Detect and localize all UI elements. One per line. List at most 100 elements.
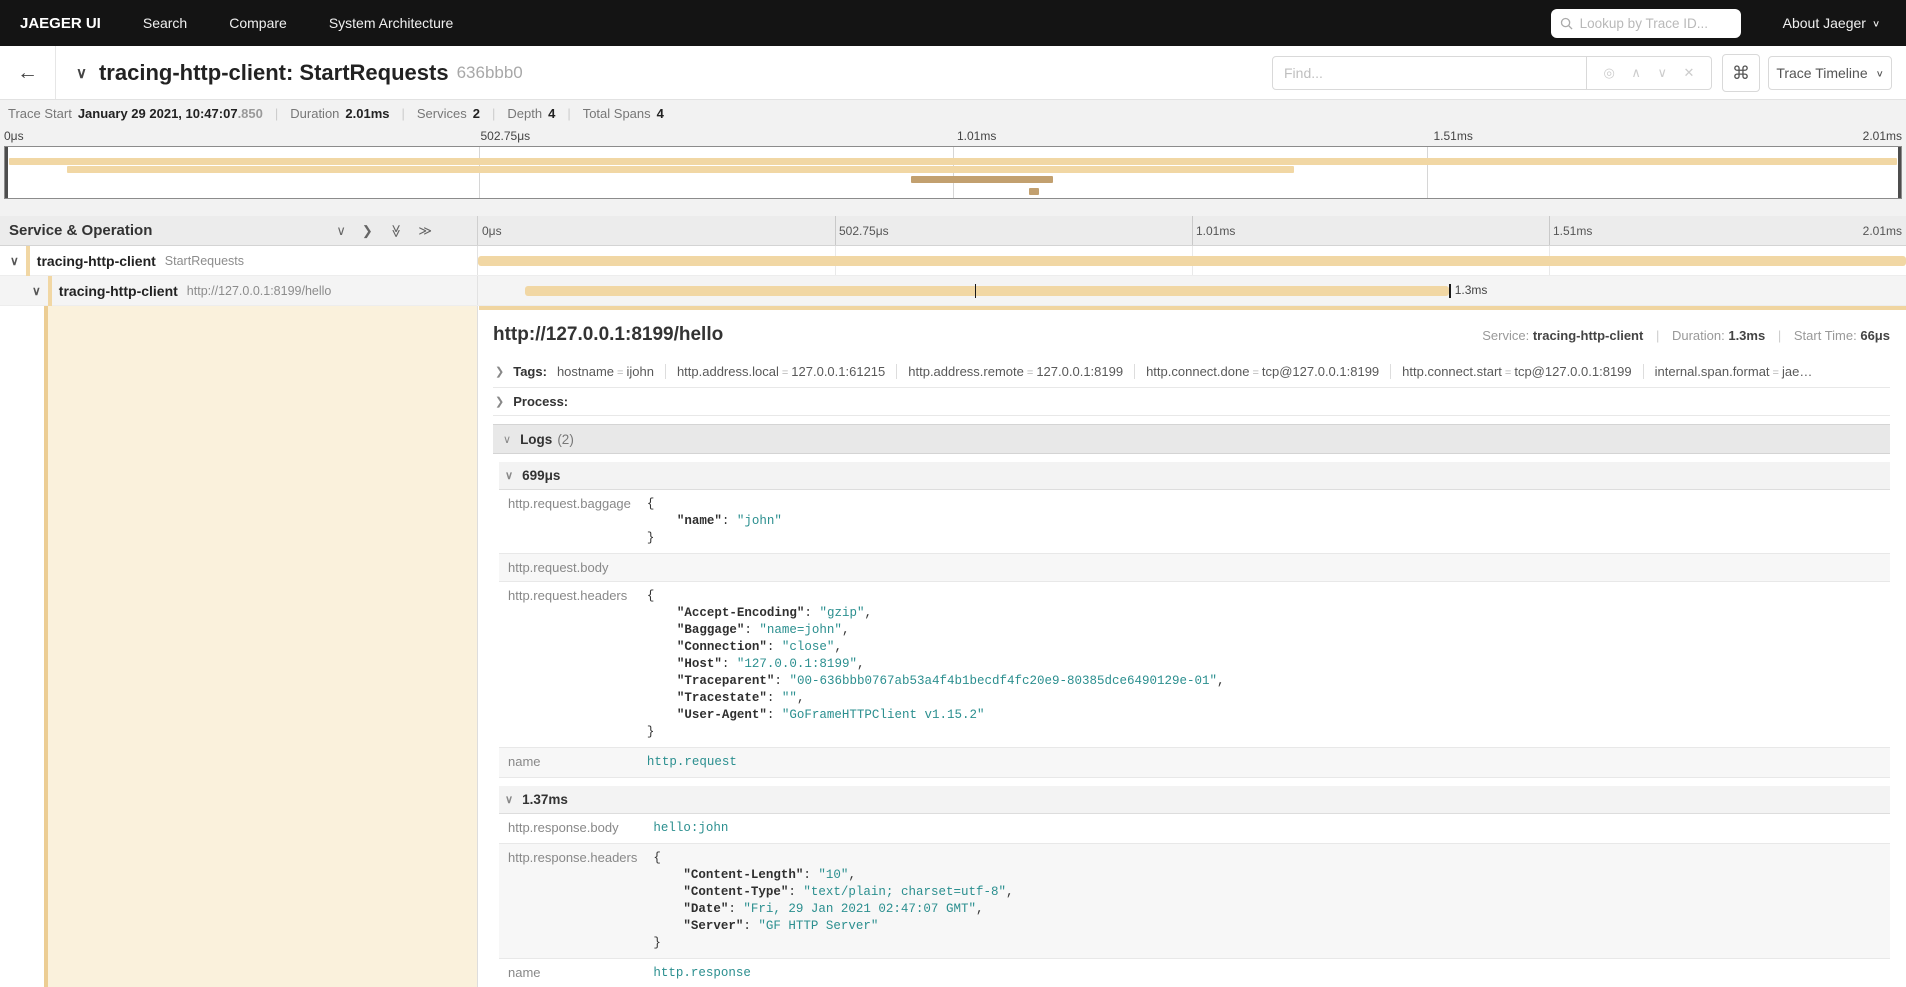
log-field-name: http.request.baggage xyxy=(499,490,639,554)
trace-start-ms-suffix: .850 xyxy=(238,106,263,121)
log-field-name: http.request.body xyxy=(499,554,639,582)
equals-sign: = xyxy=(1027,367,1033,379)
span-detail-card: http://127.0.0.1:8199/hello Service: tra… xyxy=(479,306,1906,987)
span-detail-area: http://127.0.0.1:8199/hello Service: tra… xyxy=(0,306,1906,987)
ruler-tick-label: 502.75μs xyxy=(839,224,889,238)
minimap-viewport[interactable] xyxy=(4,146,1902,199)
log-field-name: http.request.headers xyxy=(499,582,639,748)
process-label: Process: xyxy=(513,394,568,409)
find-next-icon[interactable]: ∨ xyxy=(1657,65,1667,81)
find-locate-icon[interactable]: ◎ xyxy=(1604,65,1615,81)
find-input[interactable] xyxy=(1272,56,1587,90)
minimap-gridline xyxy=(1427,147,1428,198)
divider: | xyxy=(402,106,405,121)
ruler-tick-label: 2.01ms xyxy=(1863,224,1902,238)
chevron-down-icon[interactable]: ∨ xyxy=(10,254,19,268)
service-operation-title: Service & Operation xyxy=(9,222,152,239)
divider: | xyxy=(275,106,278,121)
trace-minimap[interactable]: 0μs502.75μs1.01ms1.51ms2.01ms xyxy=(0,127,1906,216)
log-table: http.request.baggage {"name": "john"} ht… xyxy=(499,490,1890,778)
log-table: http.response.body hello:john http.respo… xyxy=(499,814,1890,987)
tag-key: http.address.remote xyxy=(908,364,1024,379)
logs-count: (2) xyxy=(557,432,574,447)
tag-item: hostname=ijohn xyxy=(557,364,666,379)
log-field-value: http.response xyxy=(645,959,1890,987)
ruler-tick-label: 0μs xyxy=(4,129,24,143)
process-accordian[interactable]: ❯ Process: xyxy=(493,388,1890,416)
collapse-all-icon[interactable]: ≫ xyxy=(388,224,404,238)
chevron-down-icon[interactable]: ∨ xyxy=(32,284,41,298)
trace-id-lookup-input[interactable]: Lookup by Trace ID... xyxy=(1551,9,1741,38)
equals-sign: = xyxy=(782,367,788,379)
span-row-http-hello[interactable]: ∨ tracing-http-client http://127.0.0.1:8… xyxy=(0,276,1906,306)
span-bar[interactable] xyxy=(525,286,1449,296)
log-marker-icon[interactable] xyxy=(1449,284,1451,298)
ruler-tick-label: 1.01ms xyxy=(1196,224,1235,238)
chevron-down-icon: ∨ xyxy=(503,433,511,446)
about-jaeger-menu[interactable]: About Jaeger ∨ xyxy=(1783,15,1880,31)
trace-id-short: 636bbb0 xyxy=(457,63,523,83)
log-marker-icon[interactable] xyxy=(975,284,977,298)
ruler-tick-label: 1.01ms xyxy=(957,129,996,143)
tag-item: http.address.remote=127.0.0.1:8199 xyxy=(897,364,1135,379)
back-button[interactable]: ← xyxy=(0,46,56,99)
keyboard-shortcuts-button[interactable]: ⌘ xyxy=(1722,54,1760,92)
log-field-value: hello:john xyxy=(645,814,1890,844)
nav-item-search[interactable]: Search xyxy=(143,15,187,31)
span-service-name[interactable]: tracing-http-client xyxy=(59,283,178,299)
timeline-ruler: 0μs502.75μs1.01ms1.51ms2.01ms xyxy=(478,216,1906,245)
find-prev-icon[interactable]: ∧ xyxy=(1631,65,1641,81)
tags-accordian[interactable]: ❯ Tags: hostname=ijohnhttp.address.local… xyxy=(493,356,1890,388)
tag-value: 127.0.0.1:8199 xyxy=(1036,364,1123,379)
trace-collapse-chevron-icon[interactable]: ∨ xyxy=(76,64,87,82)
chevron-down-icon: ∨ xyxy=(505,793,513,806)
equals-sign: = xyxy=(617,367,623,379)
span-duration-label: 1.3ms xyxy=(1455,283,1488,297)
tag-key: hostname xyxy=(557,364,614,379)
log-group: ∨ 699μs http.request.baggage {"name": "j… xyxy=(499,462,1890,778)
expand-one-icon[interactable]: ❯ xyxy=(362,223,373,239)
about-jaeger-label: About Jaeger xyxy=(1783,15,1866,31)
service-operation-header: Service & Operation ∨ ❯ ≫ ≫ xyxy=(0,216,478,245)
nav-item-compare[interactable]: Compare xyxy=(229,15,287,31)
span-service-name[interactable]: tracing-http-client xyxy=(37,253,156,269)
span-row-startrequests[interactable]: ∨ tracing-http-client StartRequests xyxy=(0,246,1906,276)
span-bar-lane xyxy=(478,246,1906,275)
ruler-gridline xyxy=(1192,216,1193,245)
minimap-left-handle[interactable] xyxy=(5,147,8,198)
tag-item: internal.span.format=jae… xyxy=(1644,364,1824,379)
total-spans-value: 4 xyxy=(657,106,664,121)
chevron-right-icon: ❯ xyxy=(495,395,504,408)
minimap-right-handle[interactable] xyxy=(1898,147,1901,198)
depth-value: 4 xyxy=(548,106,555,121)
minimap-span-bar xyxy=(9,158,1897,165)
log-timestamp-header[interactable]: ∨ 699μs xyxy=(499,462,1890,490)
detail-span-title: http://127.0.0.1:8199/hello xyxy=(493,324,723,346)
log-field-name: name xyxy=(499,959,645,987)
expand-all-icon[interactable]: ≫ xyxy=(418,223,432,239)
tags-label: Tags: xyxy=(513,364,547,379)
services-value: 2 xyxy=(473,106,480,121)
log-groups: ∨ 699μs http.request.baggage {"name": "j… xyxy=(493,462,1890,987)
find-clear-icon[interactable]: ✕ xyxy=(1684,65,1695,81)
start-time-meta-value: 66μs xyxy=(1860,328,1890,343)
duration-meta-value: 1.3ms xyxy=(1728,328,1765,343)
trace-start-value: January 29 2021, 10:47:07.850 xyxy=(78,106,263,121)
nav-item-system-architecture[interactable]: System Architecture xyxy=(329,15,454,31)
collapse-one-icon[interactable]: ∨ xyxy=(336,223,346,239)
detail-span-meta: Service: tracing-http-client | Duration:… xyxy=(1482,328,1890,343)
logs-accordian-header[interactable]: ∨ Logs (2) xyxy=(493,424,1890,454)
log-field-value: {"name": "john"} xyxy=(639,490,1890,554)
tags-list: hostname=ijohnhttp.address.local=127.0.0… xyxy=(557,364,1823,379)
trace-view-dropdown[interactable]: Trace Timeline ∨ xyxy=(1768,56,1892,90)
app-brand[interactable]: JAEGER UI xyxy=(20,15,101,32)
equals-sign: = xyxy=(1773,367,1779,379)
span-bar[interactable] xyxy=(478,256,1906,266)
ruler-tick-label: 502.75μs xyxy=(481,129,531,143)
span-operation-name: StartRequests xyxy=(165,254,244,268)
tag-key: http.connect.start xyxy=(1402,364,1502,379)
ruler-gridline xyxy=(835,216,836,245)
tag-value: jae… xyxy=(1782,364,1812,379)
log-timestamp-header[interactable]: ∨ 1.37ms xyxy=(499,786,1890,814)
trace-start-label: Trace Start xyxy=(8,106,72,121)
